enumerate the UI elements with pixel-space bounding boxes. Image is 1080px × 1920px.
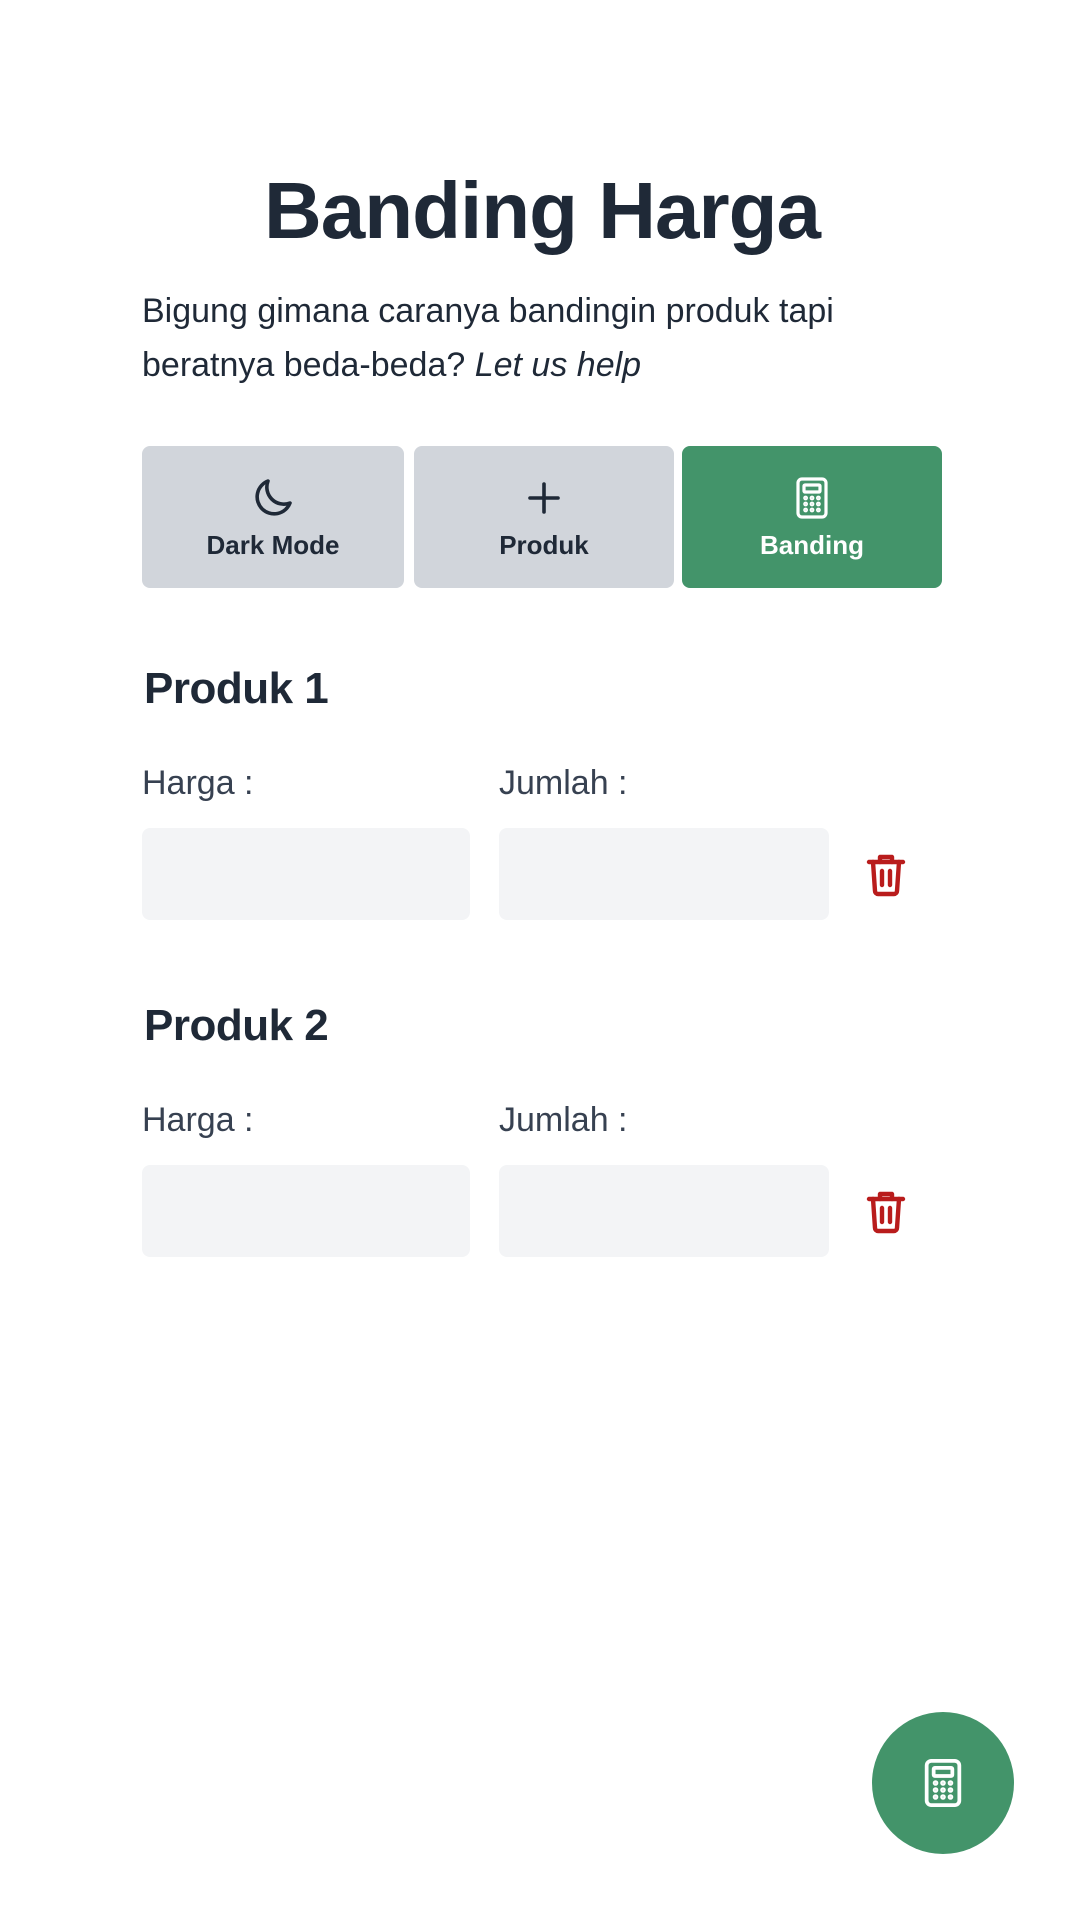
- moon-icon: [249, 474, 297, 522]
- product-card: Produk 2 Harga : Jumlah :: [142, 1001, 942, 1261]
- add-product-label: Produk: [499, 529, 589, 560]
- dark-mode-label: Dark Mode: [206, 529, 340, 560]
- quantity-input[interactable]: [499, 1165, 829, 1257]
- dark-mode-button[interactable]: Dark Mode: [142, 446, 404, 588]
- page: Banding Harga Bigung gimana caranya band…: [0, 0, 1080, 1920]
- calculator-icon: [788, 474, 836, 522]
- delete-product-button[interactable]: [862, 850, 910, 898]
- page-subtitle: Bigung gimana caranya bandingin produk t…: [142, 284, 942, 392]
- quantity-label: Jumlah :: [499, 1101, 628, 1139]
- subtitle-emphasis: Let us help: [474, 346, 642, 384]
- calculator-icon: [924, 1758, 962, 1808]
- page-title: Banding Harga: [264, 166, 821, 255]
- trash-icon: [866, 1191, 906, 1234]
- product-card: Produk 1 Harga : Jumlah :: [142, 664, 942, 924]
- compare-label: Banding: [760, 529, 864, 560]
- plus-icon: [520, 474, 568, 522]
- action-buttons: Dark Mode Produk Banding: [142, 446, 942, 588]
- price-label: Harga :: [142, 1101, 254, 1139]
- quantity-label: Jumlah :: [499, 764, 628, 802]
- product-title: Produk 2: [144, 1001, 329, 1050]
- quantity-input[interactable]: [499, 828, 829, 920]
- delete-product-button[interactable]: [862, 1187, 910, 1235]
- add-product-button[interactable]: Produk: [414, 446, 674, 588]
- trash-icon: [866, 854, 906, 897]
- price-input[interactable]: [142, 828, 470, 920]
- price-label: Harga :: [142, 764, 254, 802]
- product-title: Produk 1: [144, 664, 329, 713]
- price-input[interactable]: [142, 1165, 470, 1257]
- compare-button[interactable]: Banding: [682, 446, 942, 588]
- floating-compare-button[interactable]: [872, 1712, 1014, 1854]
